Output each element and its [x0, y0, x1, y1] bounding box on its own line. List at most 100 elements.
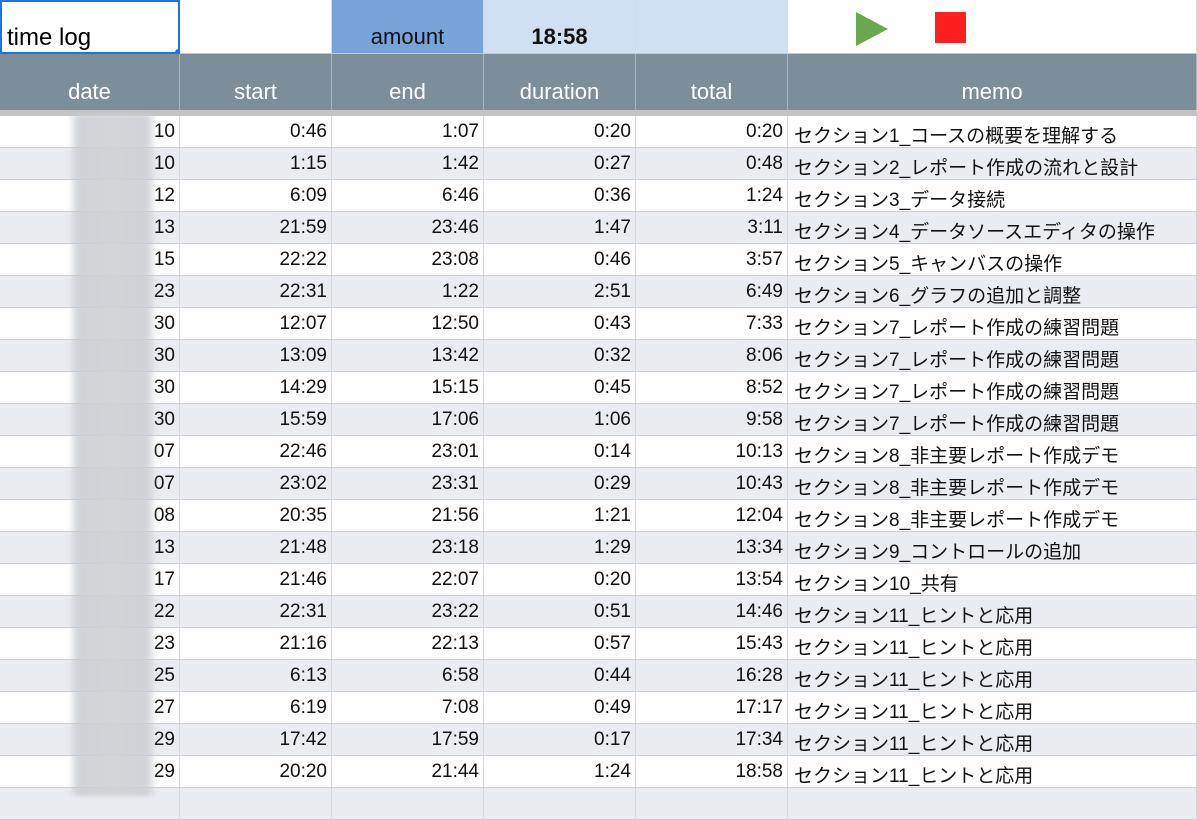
cell-duration[interactable]: 2:51 — [484, 276, 636, 308]
cell-total[interactable]: 0:20 — [636, 116, 788, 148]
cell-start[interactable]: 21:48 — [180, 532, 332, 564]
empty-cell[interactable] — [180, 0, 332, 54]
cell-end[interactable]: 1:22 — [332, 276, 484, 308]
cell-start[interactable]: 22:31 — [180, 276, 332, 308]
cell-total[interactable]: 18:58 — [636, 756, 788, 788]
cell-start[interactable]: 6:09 — [180, 180, 332, 212]
cell-duration[interactable]: 1:47 — [484, 212, 636, 244]
cell-total[interactable]: 13:34 — [636, 532, 788, 564]
cell-duration[interactable]: 1:24 — [484, 756, 636, 788]
cell-start[interactable]: 13:09 — [180, 340, 332, 372]
cell-memo[interactable]: セクション4_データソースエディタの操作 — [788, 212, 1197, 244]
cell-end[interactable]: 21:56 — [332, 500, 484, 532]
cell-end[interactable]: 23:01 — [332, 436, 484, 468]
header-memo[interactable]: memo — [788, 54, 1197, 110]
cell-start[interactable]: 21:46 — [180, 564, 332, 596]
cell-duration[interactable]: 0:45 — [484, 372, 636, 404]
cell-memo[interactable]: セクション8_非主要レポート作成デモ — [788, 468, 1197, 500]
cell-total[interactable]: 1:24 — [636, 180, 788, 212]
cell-total[interactable]: 9:58 — [636, 404, 788, 436]
cell-memo[interactable]: セクション11_ヒントと応用 — [788, 692, 1197, 724]
cell-total[interactable]: 6:49 — [636, 276, 788, 308]
cell-start[interactable]: 22:22 — [180, 244, 332, 276]
cell-total[interactable]: 3:11 — [636, 212, 788, 244]
cell-total[interactable]: 17:17 — [636, 692, 788, 724]
cell-start[interactable]: 21:16 — [180, 628, 332, 660]
cell-duration[interactable]: 0:14 — [484, 436, 636, 468]
cell-memo[interactable]: セクション7_レポート作成の練習問題 — [788, 308, 1197, 340]
cell-total[interactable]: 10:43 — [636, 468, 788, 500]
cell-end[interactable]: 22:13 — [332, 628, 484, 660]
cell-total[interactable]: 7:33 — [636, 308, 788, 340]
cell-memo[interactable]: セクション2_レポート作成の流れと設計 — [788, 148, 1197, 180]
cell-start[interactable]: 17:42 — [180, 724, 332, 756]
cell-memo[interactable]: セクション10_共有 — [788, 564, 1197, 596]
empty-cell[interactable] — [636, 0, 788, 54]
cell-end[interactable]: 13:42 — [332, 340, 484, 372]
cell-memo[interactable]: セクション1_コースの概要を理解する — [788, 116, 1197, 148]
title-cell[interactable]: time log — [0, 0, 180, 54]
cell-start[interactable]: 20:35 — [180, 500, 332, 532]
cell-end[interactable]: 22:07 — [332, 564, 484, 596]
cell-duration[interactable]: 0:51 — [484, 596, 636, 628]
cell-end[interactable]: 21:44 — [332, 756, 484, 788]
cell-memo[interactable]: セクション8_非主要レポート作成デモ — [788, 436, 1197, 468]
header-total[interactable]: total — [636, 54, 788, 110]
cell-end[interactable]: 12:50 — [332, 308, 484, 340]
cell-duration[interactable]: 0:17 — [484, 724, 636, 756]
cell-duration[interactable]: 0:27 — [484, 148, 636, 180]
cell-end[interactable] — [332, 788, 484, 820]
cell-total[interactable] — [636, 788, 788, 820]
cell-start[interactable]: 12:07 — [180, 308, 332, 340]
cell-total[interactable]: 13:54 — [636, 564, 788, 596]
cell-duration[interactable]: 0:29 — [484, 468, 636, 500]
cell-memo[interactable]: セクション7_レポート作成の練習問題 — [788, 404, 1197, 436]
cell-total[interactable]: 8:52 — [636, 372, 788, 404]
cell-end[interactable]: 1:42 — [332, 148, 484, 180]
cell-end[interactable]: 17:59 — [332, 724, 484, 756]
cell-start[interactable]: 23:02 — [180, 468, 332, 500]
cell-end[interactable]: 23:31 — [332, 468, 484, 500]
cell-start[interactable]: 1:15 — [180, 148, 332, 180]
cell-end[interactable]: 23:08 — [332, 244, 484, 276]
cell-start[interactable]: 20:20 — [180, 756, 332, 788]
cell-total[interactable]: 14:46 — [636, 596, 788, 628]
header-duration[interactable]: duration — [484, 54, 636, 110]
cell-memo[interactable]: セクション11_ヒントと応用 — [788, 596, 1197, 628]
cell-memo[interactable]: セクション7_レポート作成の練習問題 — [788, 340, 1197, 372]
cell-duration[interactable]: 0:44 — [484, 660, 636, 692]
cell-start[interactable]: 22:46 — [180, 436, 332, 468]
cell-end[interactable]: 15:15 — [332, 372, 484, 404]
cell-end[interactable]: 6:58 — [332, 660, 484, 692]
cell-duration[interactable]: 1:21 — [484, 500, 636, 532]
cell-end[interactable]: 23:22 — [332, 596, 484, 628]
cell-end[interactable]: 23:18 — [332, 532, 484, 564]
cell-duration[interactable]: 1:29 — [484, 532, 636, 564]
cell-start[interactable]: 0:46 — [180, 116, 332, 148]
cell-start[interactable]: 22:31 — [180, 596, 332, 628]
play-icon[interactable] — [856, 12, 888, 46]
cell-duration[interactable]: 0:49 — [484, 692, 636, 724]
cell-total[interactable]: 15:43 — [636, 628, 788, 660]
cell-start[interactable] — [180, 788, 332, 820]
cell-memo[interactable]: セクション7_レポート作成の練習問題 — [788, 372, 1197, 404]
cell-total[interactable]: 10:13 — [636, 436, 788, 468]
cell-duration[interactable]: 0:20 — [484, 564, 636, 596]
header-end[interactable]: end — [332, 54, 484, 110]
cell-end[interactable]: 17:06 — [332, 404, 484, 436]
amount-label-cell[interactable]: amount — [332, 0, 484, 54]
amount-value-cell[interactable]: 18:58 — [484, 0, 636, 54]
cell-start[interactable]: 6:13 — [180, 660, 332, 692]
cell-memo[interactable]: セクション6_グラフの追加と調整 — [788, 276, 1197, 308]
cell-total[interactable]: 8:06 — [636, 340, 788, 372]
header-date[interactable]: date — [0, 54, 180, 110]
cell-duration[interactable]: 0:43 — [484, 308, 636, 340]
cell-memo[interactable] — [788, 788, 1197, 820]
cell-start[interactable]: 6:19 — [180, 692, 332, 724]
cell-start[interactable]: 15:59 — [180, 404, 332, 436]
cell-duration[interactable]: 0:20 — [484, 116, 636, 148]
cell-duration[interactable] — [484, 788, 636, 820]
cell-duration[interactable]: 0:57 — [484, 628, 636, 660]
cell-duration[interactable]: 1:06 — [484, 404, 636, 436]
cell-total[interactable]: 12:04 — [636, 500, 788, 532]
